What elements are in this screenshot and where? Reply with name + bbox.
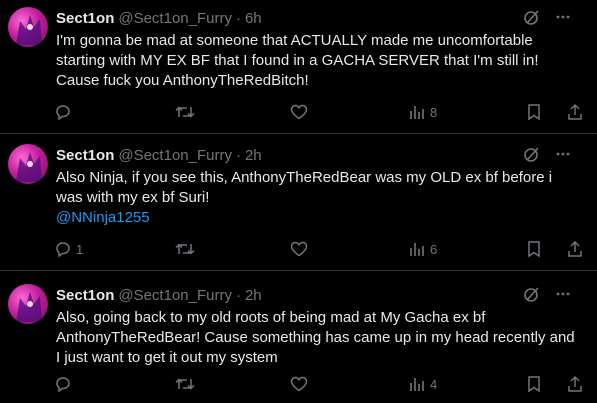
retweet-icon <box>175 375 195 393</box>
bookmark-icon <box>526 375 542 393</box>
reply-icon <box>54 240 72 258</box>
user-handle[interactable]: @Sect1on_Furry <box>118 287 232 304</box>
separator-dot: · <box>235 286 241 304</box>
grok-icon[interactable] <box>523 145 541 167</box>
tweet-body-text: Also Ninja, if you see this, AnthonyTheR… <box>56 169 553 206</box>
share-icon <box>566 103 584 121</box>
action-bar: 8 <box>48 103 588 125</box>
views-button[interactable]: 4 <box>408 375 437 393</box>
like-button[interactable] <box>290 375 308 393</box>
retweet-button[interactable] <box>175 375 195 393</box>
views-button[interactable]: 8 <box>408 103 437 121</box>
more-icon[interactable] <box>555 286 571 306</box>
bookmark-icon <box>526 103 542 121</box>
tweet[interactable]: Sect1on @Sect1on_Furry · 2h Also Ninja, … <box>0 137 597 271</box>
retweet-icon <box>175 103 195 121</box>
timestamp[interactable]: 2h <box>245 147 262 164</box>
retweet-button[interactable] <box>175 240 195 258</box>
views-icon <box>408 240 426 258</box>
reply-icon <box>54 103 72 121</box>
tweet[interactable]: Sect1on @Sect1on_Furry · 2h Also, going … <box>0 277 597 403</box>
views-button[interactable]: 6 <box>408 240 437 258</box>
tweet-text: Also Ninja, if you see this, AnthonyTheR… <box>56 168 576 228</box>
share-button[interactable] <box>566 240 584 258</box>
tweet-body-text: Also, going back to my old roots of bein… <box>56 309 575 366</box>
views-icon <box>408 103 426 121</box>
reply-button[interactable]: 1 <box>54 240 83 258</box>
action-bar: 1 6 <box>48 240 588 262</box>
tweet-text: I'm gonna be mad at someone that ACTUALL… <box>56 31 576 91</box>
action-bar: 4 <box>48 375 588 397</box>
tweet-text: Also, going back to my old roots of bein… <box>56 308 576 368</box>
like-icon <box>290 375 308 393</box>
retweet-button[interactable] <box>175 103 195 121</box>
display-name[interactable]: Sect1on <box>56 147 114 164</box>
like-button[interactable] <box>290 103 308 121</box>
tweet[interactable]: Sect1on @Sect1on_Furry · 6h I'm gonna be… <box>0 0 597 134</box>
views-count: 4 <box>430 376 438 392</box>
reply-icon <box>54 375 72 393</box>
bookmark-button[interactable] <box>526 240 542 258</box>
share-button[interactable] <box>566 375 584 393</box>
display-name[interactable]: Sect1on <box>56 287 114 304</box>
timestamp[interactable]: 6h <box>245 10 262 27</box>
like-icon <box>290 240 308 258</box>
share-button[interactable] <box>566 103 584 121</box>
reply-count: 1 <box>76 241 84 257</box>
bookmark-button[interactable] <box>526 103 542 121</box>
share-icon <box>566 240 584 258</box>
tweet-header: Sect1on @Sect1on_Furry · 2h <box>56 145 589 165</box>
like-icon <box>290 103 308 121</box>
views-count: 8 <box>430 104 438 120</box>
like-button[interactable] <box>290 240 308 258</box>
more-icon[interactable] <box>555 146 571 166</box>
avatar[interactable] <box>8 144 48 184</box>
bookmark-button[interactable] <box>526 375 542 393</box>
more-icon[interactable] <box>555 9 571 29</box>
views-icon <box>408 375 426 393</box>
reply-button[interactable] <box>54 103 76 121</box>
tweet-header: Sect1on @Sect1on_Furry · 2h <box>56 285 589 305</box>
display-name[interactable]: Sect1on <box>56 10 114 27</box>
separator-dot: · <box>235 9 241 27</box>
tweet-body-text: I'm gonna be mad at someone that ACTUALL… <box>56 32 539 89</box>
user-handle[interactable]: @Sect1on_Furry <box>118 147 232 164</box>
share-icon <box>566 375 584 393</box>
tweet-header: Sect1on @Sect1on_Furry · 6h <box>56 8 589 28</box>
timestamp[interactable]: 2h <box>245 287 262 304</box>
avatar[interactable] <box>8 7 48 47</box>
bookmark-icon <box>526 240 542 258</box>
separator-dot: · <box>235 146 241 164</box>
grok-icon[interactable] <box>523 8 541 30</box>
retweet-icon <box>175 240 195 258</box>
views-count: 6 <box>430 241 438 257</box>
avatar[interactable] <box>8 284 48 324</box>
mention-link[interactable]: @NNinja1255 <box>56 208 576 228</box>
grok-icon[interactable] <box>523 285 541 307</box>
user-handle[interactable]: @Sect1on_Furry <box>118 10 232 27</box>
reply-button[interactable] <box>54 375 76 393</box>
